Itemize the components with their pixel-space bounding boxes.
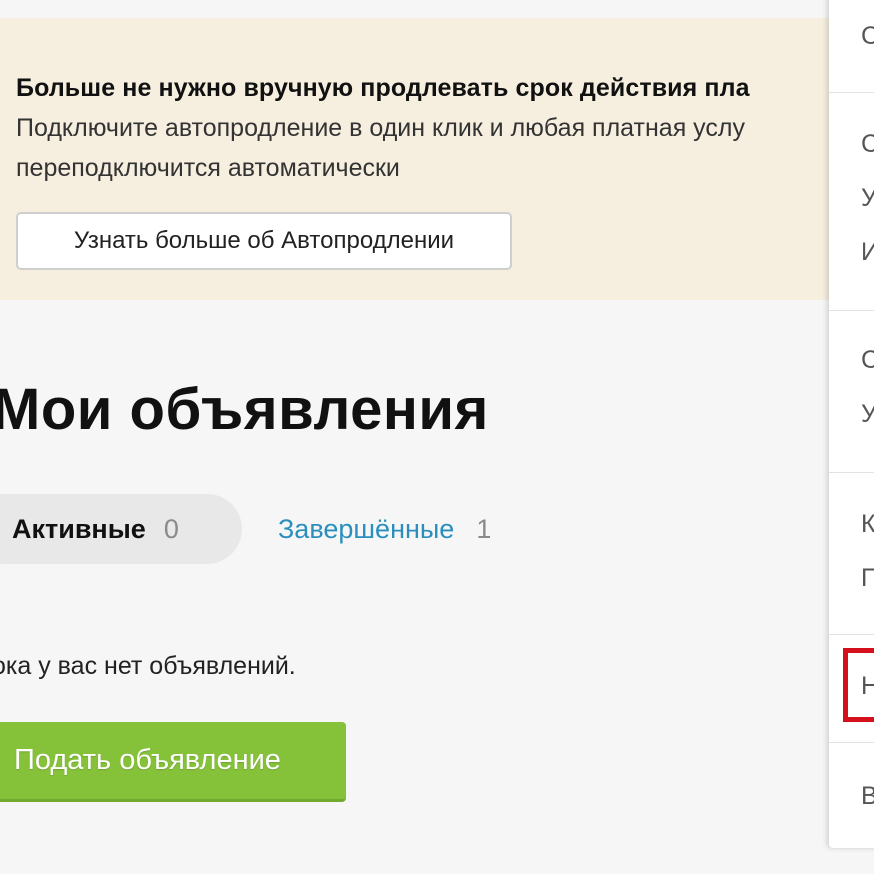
dropdown-item[interactable]: С <box>861 130 874 159</box>
post-ad-button[interactable]: Подать объявление <box>0 722 346 802</box>
dropdown-divider <box>829 634 874 635</box>
tab-finished[interactable]: Завершённые 1 <box>278 494 491 564</box>
empty-state-text: ока у вас нет объявлений. <box>0 652 296 680</box>
dropdown-item[interactable]: У <box>861 400 874 429</box>
tab-active[interactable]: Активные 0 <box>0 494 242 564</box>
dropdown-item[interactable]: К <box>861 510 874 539</box>
dropdown-item[interactable]: У <box>861 184 874 213</box>
dropdown-divider <box>829 472 874 473</box>
highlight-frame <box>843 648 874 722</box>
dropdown-item[interactable]: И <box>861 238 874 267</box>
tab-label: Завершённые <box>278 513 455 544</box>
tab-count: 1 <box>476 513 492 544</box>
account-dropdown-menu: С С У И С У К П Н В <box>829 0 874 848</box>
dropdown-divider <box>829 310 874 311</box>
tab-count: 0 <box>163 513 179 544</box>
dropdown-item[interactable]: В <box>861 782 874 811</box>
learn-more-autorenew-button[interactable]: Узнать больше об Автопродлении <box>16 212 512 270</box>
dropdown-item[interactable]: С <box>861 346 874 375</box>
banner-text-line: Подключите автопродление в один клик и л… <box>16 114 745 142</box>
autorenew-banner: Больше не нужно вручную продлевать срок … <box>0 18 830 300</box>
tab-label: Активные <box>12 513 146 544</box>
dropdown-divider <box>829 742 874 743</box>
page: Больше не нужно вручную продлевать срок … <box>0 0 874 874</box>
banner-text: Подключите автопродление в один клик и л… <box>16 108 830 188</box>
dropdown-divider <box>829 92 874 93</box>
page-title: Мои объявления <box>0 377 489 442</box>
banner-text-line: переподключится автоматически <box>16 154 400 182</box>
dropdown-item[interactable]: С <box>861 22 874 51</box>
dropdown-item[interactable]: П <box>861 564 874 593</box>
banner-title: Больше не нужно вручную продлевать срок … <box>16 74 750 102</box>
